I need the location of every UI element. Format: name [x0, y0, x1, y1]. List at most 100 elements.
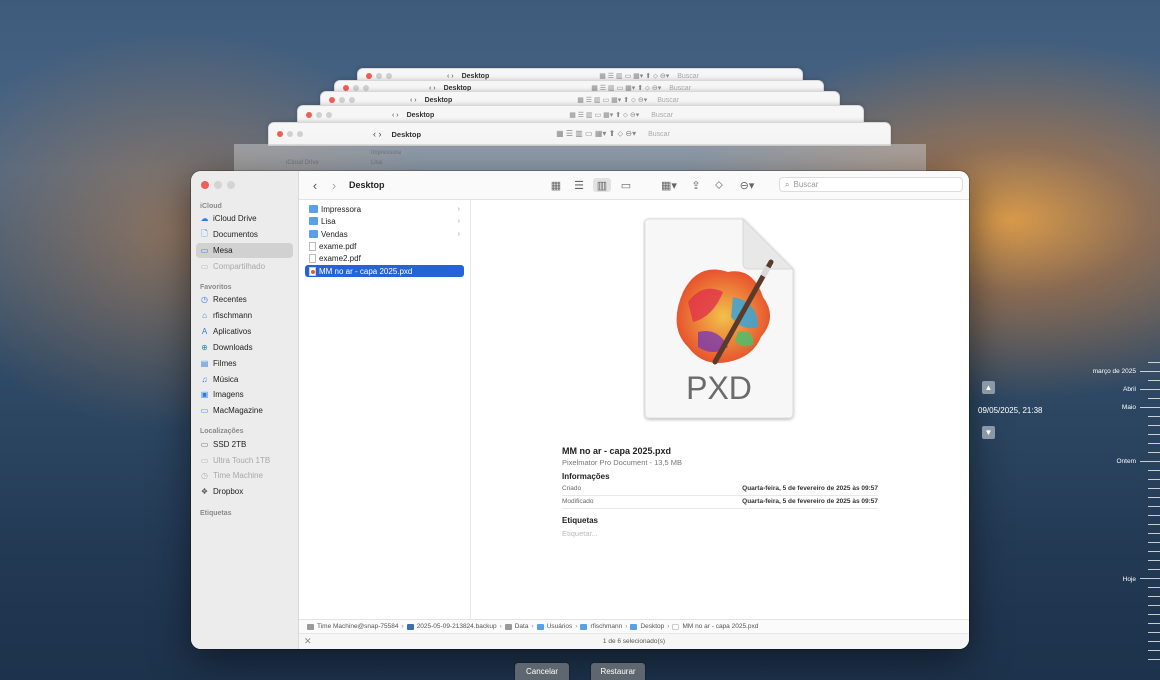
close-icon[interactable]: ✕ — [304, 636, 312, 647]
home-icon: ⌂ — [202, 311, 207, 320]
sidebar-item-documentos[interactable]: 🗋 Documentos — [196, 227, 293, 242]
search-field: Buscar — [651, 111, 674, 119]
sidebar-item-filmes[interactable]: ▤ Filmes — [196, 356, 293, 371]
sidebar-item-compartilhado[interactable]: ▭ Compartilhado — [196, 259, 293, 274]
back-chevron-icon[interactable]: ‹ — [309, 178, 321, 193]
info-value: Quarta-feira, 5 de fevereiro de 2025 às … — [742, 498, 878, 505]
path-segment[interactable]: Desktop — [640, 623, 664, 630]
path-segment[interactable]: MM no ar - capa 2025.pxd — [682, 623, 758, 630]
zoom-window-button[interactable] — [227, 181, 235, 189]
chevron-right-icon: › — [575, 623, 578, 630]
timeline-tick — [1148, 605, 1160, 606]
sidebar-item-rfischmann[interactable]: ⌂ rfischmann — [196, 308, 293, 323]
window-title: Desktop — [424, 96, 453, 104]
restore-button[interactable]: Restaurar — [591, 663, 645, 680]
timeline-tick — [1148, 416, 1160, 417]
forward-chevron-icon[interactable]: › — [328, 178, 340, 193]
search-icon: ⌕ — [785, 179, 790, 189]
nav-arrows: ‹ › — [447, 72, 454, 80]
column-view-icon[interactable]: ▥ — [593, 178, 611, 192]
pdf-file-icon — [309, 253, 316, 263]
sidebar-section-icloud: iCloud — [200, 203, 222, 210]
file-name: Vendas — [321, 229, 348, 239]
sidebar-item-recentes[interactable]: ◷ Recentes — [196, 292, 293, 307]
path-segment[interactable]: Data — [515, 623, 529, 630]
timeline-tick — [1148, 380, 1160, 381]
file-name: MM no ar - capa 2025.pxd — [319, 266, 413, 276]
action-menu-icon[interactable]: ⊖▾ — [735, 178, 759, 192]
icon-view-icon[interactable]: ▦ — [549, 178, 563, 192]
home-folder-icon — [580, 623, 588, 630]
current-snapshot-date: 09/05/2025, 21:38 — [978, 406, 1043, 415]
close-window-button[interactable] — [201, 181, 209, 189]
sidebar-item-aplicativos[interactable]: A Aplicativos — [196, 324, 293, 339]
path-segment[interactable]: Usuários — [547, 623, 573, 630]
background-file-item: Impressora — [371, 150, 402, 156]
timeline-tick — [1148, 497, 1160, 498]
sidebar: iCloud ☁ iCloud Drive 🗋 Documentos ▭ Mesa ▭… — [191, 171, 299, 649]
list-item[interactable]: Vendas › — [305, 228, 464, 240]
info-heading: Informações — [562, 472, 610, 481]
folder-icon — [309, 205, 318, 213]
toolbar-icons: ▦ ☰ ▥ ▭ ▦▾ ⬆ ⬦ ⊖▾ — [556, 129, 637, 138]
drive-icon: ▭ — [200, 440, 209, 449]
sidebar-item-imagens[interactable]: ▣ Imagens — [196, 387, 293, 402]
nav-arrows: ‹ › — [392, 111, 399, 119]
list-item[interactable]: exame2.pdf — [305, 252, 464, 264]
file-column: Impressora › Lisa › Vendas › exame.pdf exam… — [299, 200, 471, 619]
list-view-icon[interactable]: ☰ — [572, 178, 586, 192]
sidebar-item-macmagazine[interactable]: ▭ MacMagazine — [196, 403, 293, 418]
folder-icon — [630, 623, 638, 630]
timeline-tick — [1148, 479, 1160, 480]
share-icon[interactable]: ⇪ — [689, 178, 703, 192]
minimize-window-button[interactable] — [214, 181, 222, 189]
folder-icon — [309, 230, 318, 238]
group-menu-icon[interactable]: ▦▾ — [657, 178, 681, 192]
list-item[interactable]: exame.pdf — [305, 240, 464, 252]
tags-input[interactable]: Etiquetar... — [562, 529, 598, 538]
path-segment[interactable]: rfischmann — [590, 623, 622, 630]
list-item[interactable]: Lisa › — [305, 215, 464, 227]
info-label: Modificado — [562, 498, 594, 505]
shared-folder-icon: ▭ — [200, 262, 209, 271]
tag-icon[interactable]: ⬦ — [712, 178, 726, 192]
list-item[interactable]: Impressora › — [305, 203, 464, 215]
window-title: Desktop — [406, 111, 435, 119]
chevron-up-icon[interactable]: ▲ — [982, 381, 995, 394]
timeline-tick — [1140, 461, 1160, 462]
image-icon: ▣ — [200, 390, 209, 399]
file-name: Lisa — [321, 216, 336, 226]
sidebar-item-dropbox[interactable]: ❖ Dropbox — [196, 484, 293, 499]
path-segment[interactable]: Time Machine@snap-75584 — [317, 623, 399, 630]
timeline-tick — [1148, 434, 1160, 435]
nav-arrows: ‹ › — [373, 129, 382, 139]
desktop-icon: ▭ — [200, 246, 209, 255]
sidebar-item-downloads[interactable]: ⊕ Downloads — [196, 340, 293, 355]
timeline-label: Abril — [1122, 386, 1136, 393]
chevron-right-icon: › — [401, 623, 404, 630]
list-item[interactable]: MM no ar - capa 2025.pxd — [305, 265, 464, 277]
music-icon: ♫ — [201, 375, 208, 384]
timeline-label: Hoje — [1122, 576, 1136, 583]
sidebar-item-musica[interactable]: ♫ Música — [196, 372, 293, 387]
sidebar-item-icloud-drive[interactable]: ☁ iCloud Drive — [196, 211, 293, 226]
sidebar-item-ultra-touch[interactable]: ▭ Ultra Touch 1TB — [196, 453, 293, 468]
chevron-down-icon[interactable]: ▼ — [982, 426, 995, 439]
path-segment[interactable]: 2025-05-09-213824.backup — [417, 623, 497, 630]
info-row-modified: Modificado Quarta-feira, 5 de fevereiro … — [562, 497, 878, 509]
sidebar-item-time-machine[interactable]: ◷ Time Machine — [196, 468, 293, 483]
cancel-button[interactable]: Cancelar — [515, 663, 569, 680]
timeline-tick — [1148, 551, 1160, 552]
info-value: Quarta-feira, 5 de fevereiro de 2025 às … — [742, 485, 878, 492]
sidebar-item-ssd-2tb[interactable]: ▭ SSD 2TB — [196, 437, 293, 452]
timeline-tick — [1148, 569, 1160, 570]
folder-icon — [536, 623, 544, 630]
sidebar-item-label: Recentes — [213, 295, 247, 304]
chevron-right-icon: › — [531, 623, 534, 630]
sidebar-item-mesa[interactable]: ▭ Mesa — [196, 243, 293, 258]
backup-icon — [406, 623, 414, 630]
search-field[interactable]: ⌕ Buscar — [779, 177, 963, 192]
chevron-right-icon: › — [457, 217, 460, 225]
gallery-view-icon[interactable]: ▭ — [618, 178, 634, 192]
sidebar-item-label: Aplicativos — [213, 327, 252, 336]
